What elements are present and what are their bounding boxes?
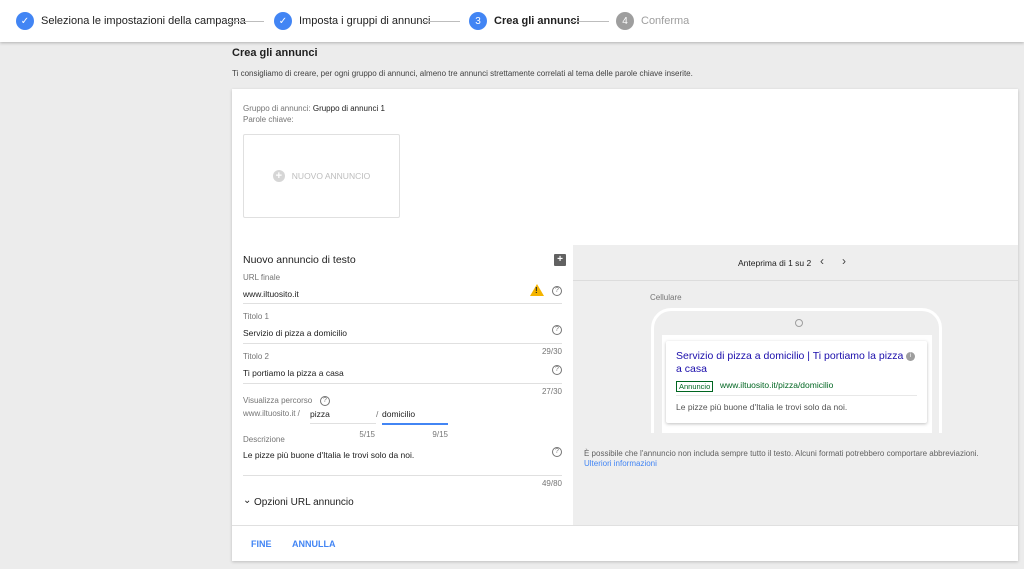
warning-icon: ! bbox=[530, 284, 544, 296]
help-icon[interactable]: ? bbox=[552, 365, 562, 375]
path-separator: / bbox=[376, 409, 379, 419]
path1-counter: 5/15 bbox=[359, 430, 375, 439]
description-label: Descrizione bbox=[243, 435, 285, 444]
phone-camera bbox=[795, 319, 803, 327]
step-number: 4 bbox=[616, 12, 634, 30]
description-counter: 49/80 bbox=[541, 479, 562, 488]
ad-preview-card: Servizio di pizza a domicilio | Ti porti… bbox=[666, 341, 927, 423]
headline2-counter: 27/30 bbox=[541, 387, 562, 396]
description-input[interactable]: Le pizze più buone d'Italia le trovi sol… bbox=[243, 450, 414, 460]
info-icon[interactable]: i bbox=[906, 352, 915, 361]
page-subtitle: Ti consigliamo di creare, per ogni grupp… bbox=[232, 69, 693, 78]
headline1-label: Titolo 1 bbox=[243, 312, 269, 321]
display-path-label: Visualizza percorso bbox=[243, 396, 313, 405]
preview-title: Anteprima di 1 su 2 bbox=[738, 258, 812, 268]
path1-input[interactable]: pizza bbox=[310, 409, 330, 419]
final-url-input[interactable]: www.iltuosito.it bbox=[243, 289, 299, 299]
step-label: Conferma bbox=[641, 15, 690, 27]
step-confirm[interactable]: 4 Conferma bbox=[616, 11, 689, 31]
phone-screen: Servizio di pizza a domicilio | Ti porti… bbox=[662, 335, 932, 433]
step-create-ads[interactable]: 3 Crea gli annunci bbox=[469, 11, 580, 31]
ad-editor-card: Gruppo di annunci: Gruppo di annunci 1 P… bbox=[232, 89, 1018, 561]
ad-preview-panel: Anteprima di 1 su 2 ‹ › Cellulare Serviz… bbox=[573, 245, 1018, 525]
new-ad-button[interactable]: + NUOVO ANNUNCIO bbox=[243, 134, 400, 218]
footer-divider bbox=[232, 525, 1018, 526]
check-icon: ✓ bbox=[274, 12, 292, 30]
form-title: Nuovo annuncio di testo bbox=[243, 254, 356, 266]
help-icon[interactable]: ? bbox=[552, 447, 562, 457]
field-underline bbox=[243, 383, 562, 384]
preview-note: È possibile che l'annuncio non includa s… bbox=[584, 449, 979, 458]
step-divider bbox=[228, 21, 264, 22]
preview-header: Anteprima di 1 su 2 ‹ › bbox=[573, 245, 1018, 281]
ad-headline: Servizio di pizza a domicilio | Ti porti… bbox=[676, 350, 904, 375]
ad-badge: Annuncio bbox=[676, 381, 714, 392]
headline1-counter: 29/30 bbox=[541, 347, 562, 356]
display-path-domain: www.iltuosito.it / bbox=[243, 409, 300, 418]
step-campaign-settings[interactable]: ✓ Seleziona le impostazioni della campag… bbox=[16, 11, 246, 31]
help-icon[interactable]: ? bbox=[320, 396, 330, 406]
headline2-input[interactable]: Ti portiamo la pizza a casa bbox=[243, 368, 344, 378]
page-title: Crea gli annunci bbox=[232, 47, 318, 59]
chevron-down-icon[interactable]: ⌄ bbox=[243, 495, 251, 506]
step-number: 3 bbox=[469, 12, 487, 30]
divider bbox=[676, 395, 917, 396]
ad-group-label: Gruppo di annunci: bbox=[243, 104, 311, 113]
keywords-label: Parole chiave: bbox=[243, 115, 294, 124]
help-icon[interactable]: ? bbox=[552, 286, 562, 296]
step-divider bbox=[422, 21, 460, 22]
ad-group-row: Gruppo di annunci: Gruppo di annunci 1 bbox=[243, 104, 385, 113]
learn-more-link[interactable]: Ulteriori informazioni bbox=[584, 459, 657, 468]
url-options-toggle[interactable]: Opzioni URL annuncio bbox=[254, 497, 354, 508]
device-label: Cellulare bbox=[650, 293, 682, 302]
copy-icon[interactable]: + bbox=[554, 254, 566, 266]
help-icon[interactable]: ? bbox=[552, 325, 562, 335]
headline2-label: Titolo 2 bbox=[243, 352, 269, 361]
step-label: Imposta i gruppi di annunci bbox=[299, 15, 431, 27]
phone-frame: Servizio di pizza a domicilio | Ti porti… bbox=[651, 308, 942, 433]
path1-underline bbox=[310, 423, 376, 424]
path2-counter: 9/15 bbox=[432, 430, 448, 439]
step-label: Seleziona le impostazioni della campagna bbox=[41, 15, 246, 27]
check-icon: ✓ bbox=[16, 12, 34, 30]
new-ad-label: NUOVO ANNUNCIO bbox=[291, 171, 371, 181]
field-underline bbox=[243, 343, 562, 344]
step-label: Crea gli annunci bbox=[494, 15, 580, 27]
chevron-left-icon[interactable]: ‹ bbox=[820, 254, 824, 268]
headline1-input[interactable]: Servizio di pizza a domicilio bbox=[243, 328, 347, 338]
step-divider bbox=[569, 21, 609, 22]
final-url-label: URL finale bbox=[243, 273, 281, 282]
step-ad-groups[interactable]: ✓ Imposta i gruppi di annunci bbox=[274, 11, 430, 31]
ad-description: Le pizze più buone d'Italia le trovi sol… bbox=[676, 402, 848, 412]
progress-stepper: ✓ Seleziona le impostazioni della campag… bbox=[0, 0, 1024, 42]
done-button[interactable]: FINE bbox=[251, 539, 272, 549]
field-underline bbox=[243, 475, 562, 476]
cancel-button[interactable]: ANNULLA bbox=[292, 539, 336, 549]
chevron-right-icon[interactable]: › bbox=[842, 254, 846, 268]
path2-underline bbox=[382, 423, 448, 425]
ad-display-url: www.iltuosito.it/pizza/domicilio bbox=[720, 380, 834, 390]
ad-group-name: Gruppo di annunci 1 bbox=[312, 104, 385, 113]
path2-input[interactable]: domicilio bbox=[382, 409, 415, 419]
field-underline bbox=[243, 303, 562, 304]
plus-icon: + bbox=[272, 170, 285, 182]
